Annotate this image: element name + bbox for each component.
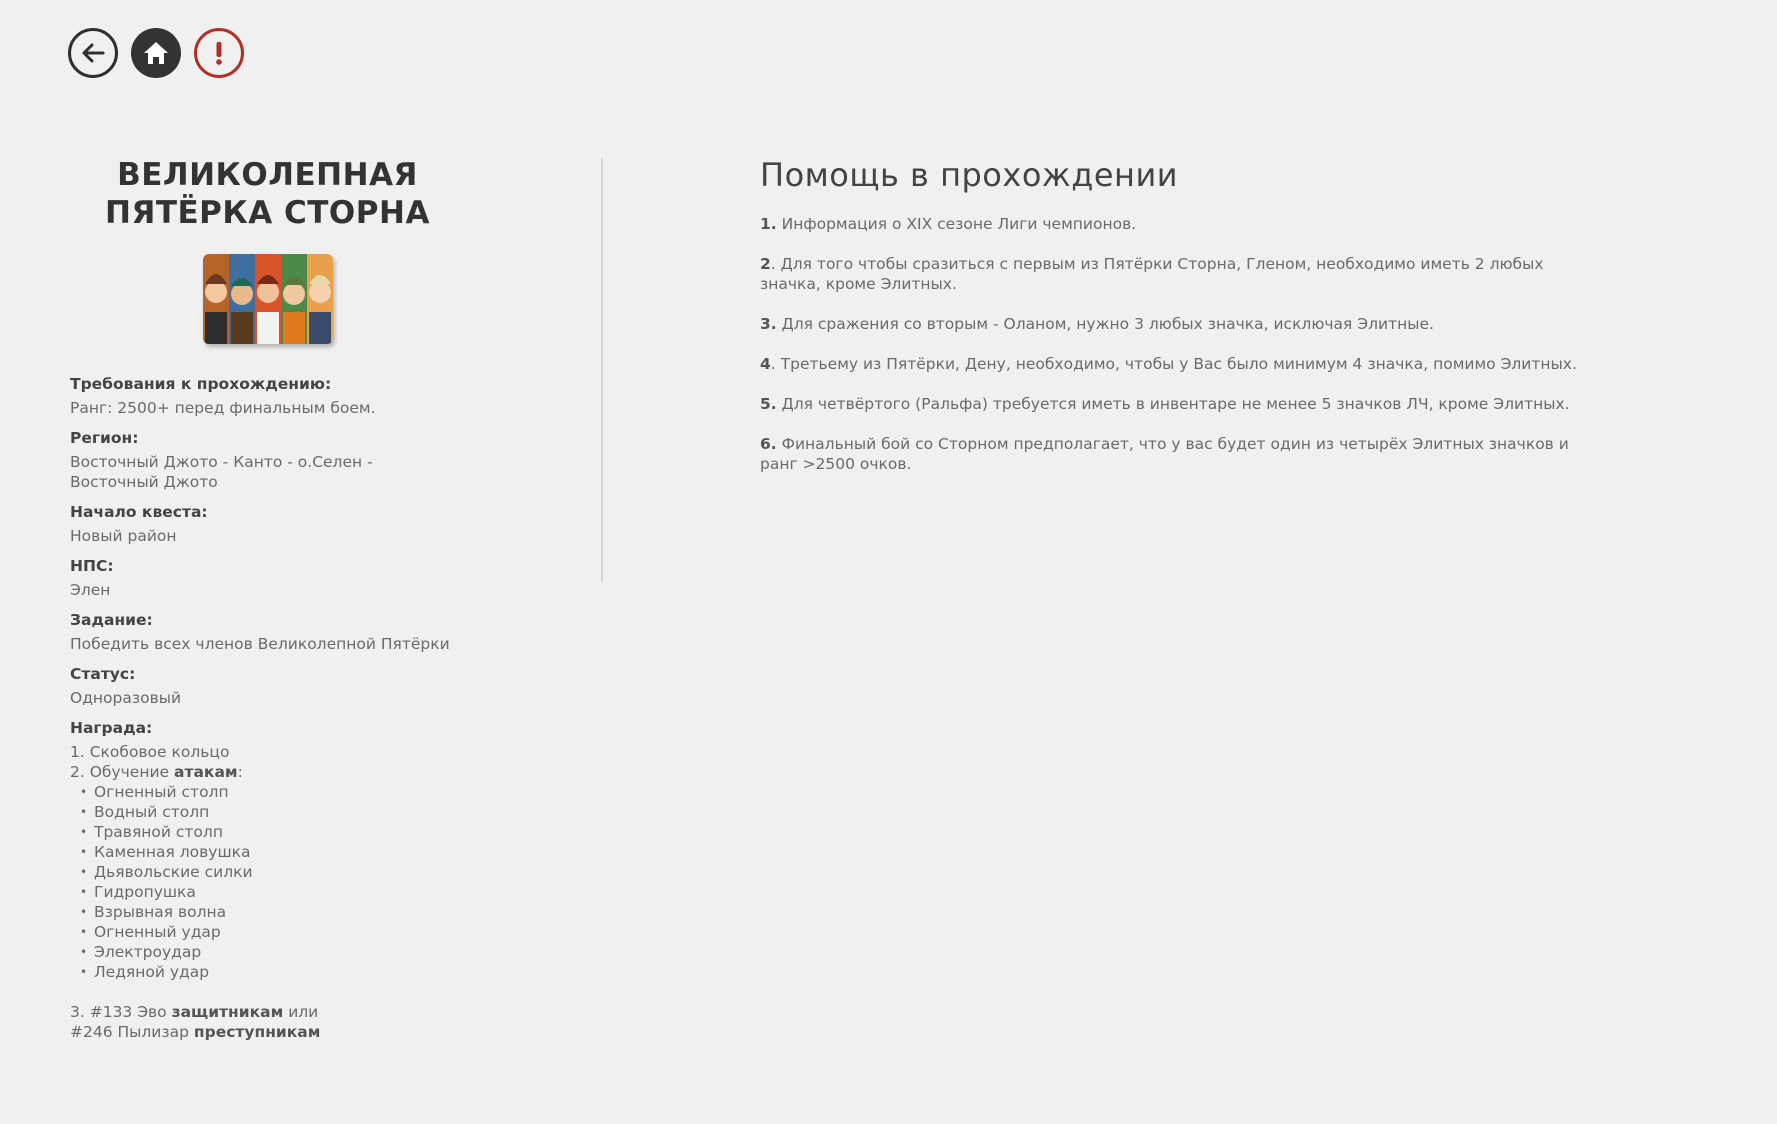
tip-text: Для четвёртого (Ральфа) требуется иметь … bbox=[776, 395, 1570, 413]
quest-title-line1: ВЕЛИКОЛЕПНАЯ bbox=[117, 157, 418, 193]
back-arrow-icon bbox=[82, 43, 105, 63]
moves-list: Огненный столп Водный столп Травяной сто… bbox=[70, 782, 465, 982]
reward-item-3: 3. #133 Эво защитникам или #246 Пылизар … bbox=[70, 1002, 465, 1042]
start-value: Новый район bbox=[70, 527, 177, 545]
reward-3-line1: 3. #133 Эво защитникам или bbox=[70, 1002, 465, 1022]
home-icon bbox=[144, 42, 168, 64]
quest-title-line2: ПЯТЁРКА СТОРНА bbox=[105, 195, 430, 231]
status-label: Статус: bbox=[70, 665, 136, 683]
reward-2-prefix: 2. Обучение bbox=[70, 763, 175, 781]
help-panel: Помощь в прохождении 1. Информация о XIX… bbox=[760, 156, 1580, 494]
help-tip: 1. Информация о XIX сезоне Лиги чемпионо… bbox=[760, 214, 1580, 234]
tip-text: Финальный бой со Сторном предполагает, ч… bbox=[760, 435, 1569, 473]
reward-2-suffix: : bbox=[237, 763, 243, 781]
group-portrait-image bbox=[202, 254, 333, 344]
tip-text: . Для того чтобы сразиться с первым из П… bbox=[760, 255, 1544, 293]
region-value-line2: Восточный Джото bbox=[70, 473, 218, 491]
home-button[interactable] bbox=[131, 28, 181, 78]
reward-3-line2: #246 Пылизар преступникам bbox=[70, 1022, 465, 1042]
top-nav bbox=[68, 28, 244, 78]
tip-text: Информация о XIX сезоне Лиги чемпионов. bbox=[776, 215, 1137, 233]
help-tip: 5. Для четвёртого (Ральфа) требуется име… bbox=[760, 394, 1580, 414]
tip-text: . Третьему из Пятёрки, Дену, необходимо,… bbox=[770, 355, 1577, 373]
move-item: Дьявольские силки bbox=[80, 862, 465, 882]
region-value: Восточный Джото - Канто - о.Селен - Вост… bbox=[70, 452, 465, 492]
move-item: Каменная ловушка bbox=[80, 842, 465, 862]
quest-info-panel: ВЕЛИКОЛЕПНАЯ ПЯТЁРКА СТОРНА Требования к… bbox=[70, 156, 465, 1042]
reward-item-2: 2. Обучение атакам: bbox=[70, 762, 465, 782]
reward-2-bold: атакам bbox=[174, 763, 238, 781]
reward-3-prefix: 3. #133 Эво bbox=[70, 1003, 172, 1021]
help-tip: 2. Для того чтобы сразиться с первым из … bbox=[760, 254, 1580, 294]
quest-details: Требования к прохождению: Ранг: 2500+ пе… bbox=[70, 374, 465, 1042]
reward-3-bold: защитникам bbox=[171, 1003, 284, 1021]
task-value: Победить всех членов Великолепной Пятёрк… bbox=[70, 635, 450, 653]
move-item: Электроудар bbox=[80, 942, 465, 962]
help-tip: 6. Финальный бой со Сторном предполагает… bbox=[760, 434, 1580, 474]
quest-title: ВЕЛИКОЛЕПНАЯ ПЯТЁРКА СТОРНА bbox=[70, 156, 465, 232]
column-divider bbox=[601, 158, 603, 582]
reward-label: Награда: bbox=[70, 719, 153, 737]
tip-number: 5. bbox=[760, 395, 777, 413]
region-label: Регион: bbox=[70, 429, 139, 447]
exclamation-icon bbox=[216, 42, 222, 65]
tip-number: 4 bbox=[760, 355, 771, 373]
tip-number: 2 bbox=[760, 255, 771, 273]
npc-label: НПС: bbox=[70, 557, 114, 575]
reward-3-suffix: или bbox=[283, 1003, 319, 1021]
move-item: Водный столп bbox=[80, 802, 465, 822]
move-item: Ледяной удар bbox=[80, 962, 465, 982]
reward-3b-prefix: #246 Пылизар bbox=[70, 1023, 194, 1041]
reward-list: 1. Скобовое кольцо 2. Обучение атакам: О… bbox=[70, 742, 465, 1042]
help-title: Помощь в прохождении bbox=[760, 156, 1179, 194]
move-item: Травяной столп bbox=[80, 822, 465, 842]
task-label: Задание: bbox=[70, 611, 153, 629]
requirements-label: Требования к прохождению: bbox=[70, 375, 332, 393]
tip-number: 1. bbox=[760, 215, 777, 233]
help-tip: 4. Третьему из Пятёрки, Дену, необходимо… bbox=[760, 354, 1580, 374]
region-value-line1: Восточный Джото - Канто - о.Селен - bbox=[70, 453, 373, 471]
move-item: Огненный удар bbox=[80, 922, 465, 942]
tip-text: Для сражения со вторым - Оланом, нужно 3… bbox=[776, 315, 1434, 333]
start-label: Начало квеста: bbox=[70, 503, 208, 521]
tip-number: 6. bbox=[760, 435, 777, 453]
reward-item-1: 1. Скобовое кольцо bbox=[70, 743, 230, 761]
move-item: Взрывная волна bbox=[80, 902, 465, 922]
requirements-value: Ранг: 2500+ перед финальным боем. bbox=[70, 399, 376, 417]
help-tip: 3. Для сражения со вторым - Оланом, нужн… bbox=[760, 314, 1580, 334]
report-button[interactable] bbox=[194, 28, 244, 78]
back-button[interactable] bbox=[68, 28, 118, 78]
npc-value: Элен bbox=[70, 581, 111, 599]
move-item: Гидропушка bbox=[80, 882, 465, 902]
tip-number: 3. bbox=[760, 315, 777, 333]
move-item: Огненный столп bbox=[80, 782, 465, 802]
reward-3b-bold: преступникам bbox=[193, 1023, 321, 1041]
status-value: Одноразовый bbox=[70, 689, 182, 707]
